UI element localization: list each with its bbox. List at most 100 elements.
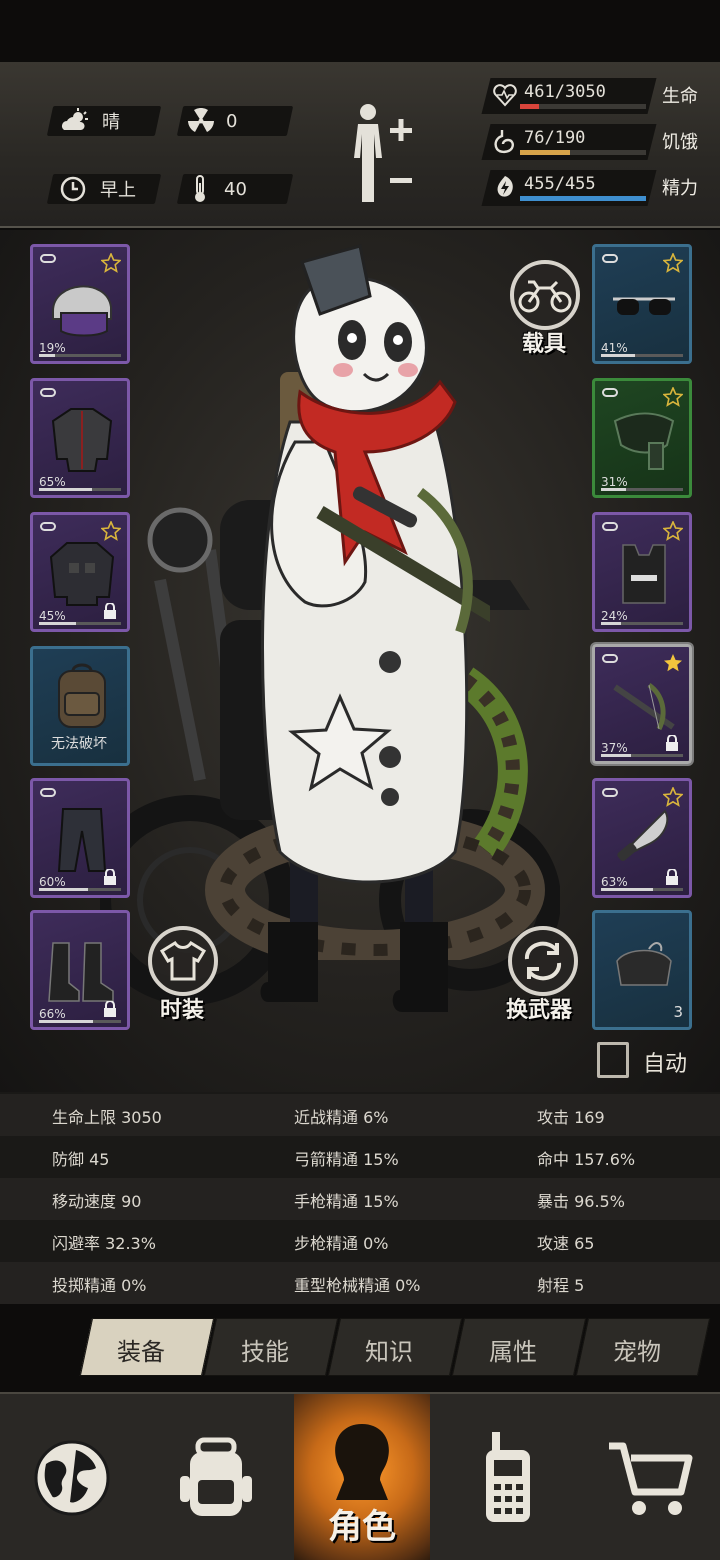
stat-dodge: 闪避率 32.3% (52, 1234, 156, 1253)
bolt-pouch-icon (616, 942, 672, 986)
lock-icon (104, 869, 116, 885)
outfit-label[interactable]: 时装 (160, 992, 204, 1024)
slot-pants[interactable]: 60% (30, 778, 130, 898)
health-bar: 461/3050 生命 (480, 78, 710, 114)
slot-melee-weapon[interactable]: 63% (592, 778, 692, 898)
police-vest-icon (622, 544, 666, 604)
health-value: 461/3050 (524, 82, 606, 102)
energy-fill (520, 196, 646, 201)
swap-icon (524, 941, 562, 981)
shirt-icon (160, 941, 206, 981)
nav-character-label[interactable]: 角色 (294, 1499, 430, 1548)
tab-equipment-label[interactable]: 装备 (80, 1332, 202, 1367)
stat-range: 射程 5 (537, 1276, 585, 1295)
character-portrait (260, 244, 490, 1012)
slot-boots[interactable]: 66% (30, 910, 130, 1030)
stat-row: 移动速度 90 手枪精通 15% 暴击 96.5% (0, 1178, 720, 1220)
slot-ammo[interactable]: 3 (592, 910, 692, 1030)
durability-label: 63% (601, 875, 628, 889)
nav-map[interactable] (0, 1394, 144, 1560)
vehicle-button[interactable] (510, 260, 580, 330)
durability-fill (601, 622, 621, 625)
slot-primary-weapon[interactable]: 37% (592, 644, 692, 764)
tab-skills-label[interactable]: 技能 (204, 1332, 326, 1367)
auto-label[interactable]: 自动 (643, 1046, 687, 1078)
tab-attributes-label[interactable]: 属性 (452, 1332, 574, 1367)
link-icon (40, 522, 56, 531)
hunger-value: 76/190 (524, 128, 586, 148)
pants-icon (57, 808, 107, 872)
slot-mask[interactable]: 31% (592, 378, 692, 498)
star-icon (663, 387, 683, 407)
globe-icon (34, 1440, 110, 1516)
energy-icon (497, 176, 513, 197)
star-filled-icon (664, 654, 682, 672)
gas-mask-icon (613, 412, 675, 470)
boots-icon (48, 942, 114, 1002)
sunglasses-icon (613, 297, 675, 315)
slot-top[interactable]: 65% (30, 378, 130, 498)
stat-rifle-mastery: 步枪精通 0% (294, 1234, 389, 1253)
switch-weapon-button[interactable] (508, 926, 578, 996)
link-icon (602, 788, 618, 797)
star-icon (101, 253, 121, 273)
energy-label: 精力 (662, 178, 698, 199)
tab-pets-label[interactable]: 宠物 (576, 1332, 698, 1367)
weather-label: 晴 (102, 112, 120, 133)
slot-eyewear[interactable]: 41% (592, 244, 692, 364)
link-icon (602, 254, 618, 263)
durability-fill (601, 354, 635, 357)
character-icon (335, 1424, 389, 1500)
nav-radio[interactable] (436, 1394, 580, 1560)
auto-checkbox[interactable] (597, 1042, 629, 1078)
nav-shop[interactable] (578, 1394, 720, 1560)
stat-bow-mastery: 弓箭精通 15% (294, 1150, 399, 1169)
radio-icon (486, 1432, 530, 1522)
nav-character[interactable]: 角色 (294, 1394, 430, 1560)
item-count: 3 (673, 1003, 683, 1021)
clock-icon (60, 176, 86, 202)
lock-icon (104, 1001, 116, 1017)
health-fill (520, 104, 540, 109)
tab-knowledge-label[interactable]: 知识 (328, 1332, 450, 1367)
durability-label: 24% (601, 609, 628, 623)
health-label: 生命 (662, 86, 698, 107)
bottom-nav: 角色 (0, 1392, 720, 1560)
time-label: 早上 (100, 180, 136, 201)
radiation-value: 0 (226, 110, 238, 132)
stat-attack: 攻击 169 (537, 1108, 605, 1127)
stat-defense: 防御 45 (52, 1150, 110, 1169)
character-scene: 19% 65% 45% 无法破坏 60% 66% 41% 31% 24% 37%… (0, 230, 720, 1092)
durability-label: 66% (39, 1007, 66, 1021)
durability-fill (601, 888, 653, 891)
hunger-bar: 76/190 饥饿 (480, 124, 710, 160)
lock-icon (104, 603, 116, 619)
link-icon (602, 522, 618, 531)
durability-fill (601, 754, 632, 757)
body-status-button[interactable] (346, 102, 420, 210)
character-screen: 晴 0 早上 40 461/3050 生命 76/190 饥饿 455/455 … (0, 0, 720, 1560)
outfit-button[interactable] (148, 926, 218, 996)
stat-accuracy: 命中 157.6% (537, 1150, 636, 1169)
slot-outerwear[interactable]: 45% (30, 512, 130, 632)
radiation-icon (188, 108, 214, 132)
cart-icon (609, 1442, 693, 1515)
heart-icon (493, 84, 517, 107)
durability-label: 41% (601, 341, 628, 355)
durability-label: 31% (601, 475, 628, 489)
slot-helmet[interactable]: 19% (30, 244, 130, 364)
armored-jacket-icon (49, 542, 115, 606)
vehicle-label[interactable]: 载具 (522, 326, 566, 358)
durability-fill (39, 1020, 94, 1023)
stat-melee-mastery: 近战精通 6% (294, 1108, 389, 1127)
star-icon (663, 253, 683, 273)
stat-throw-mastery: 投掷精通 0% (52, 1276, 147, 1295)
durability-label: 45% (39, 609, 66, 623)
nav-inventory[interactable] (144, 1394, 288, 1560)
switch-weapon-label[interactable]: 换武器 (506, 992, 572, 1024)
star-icon (663, 787, 683, 807)
status-hud: 晴 0 早上 40 461/3050 生命 76/190 饥饿 455/455 … (0, 62, 720, 228)
slot-vest[interactable]: 24% (592, 512, 692, 632)
slot-backpack[interactable]: 无法破坏 (30, 646, 130, 766)
energy-bar: 455/455 精力 (480, 170, 710, 206)
